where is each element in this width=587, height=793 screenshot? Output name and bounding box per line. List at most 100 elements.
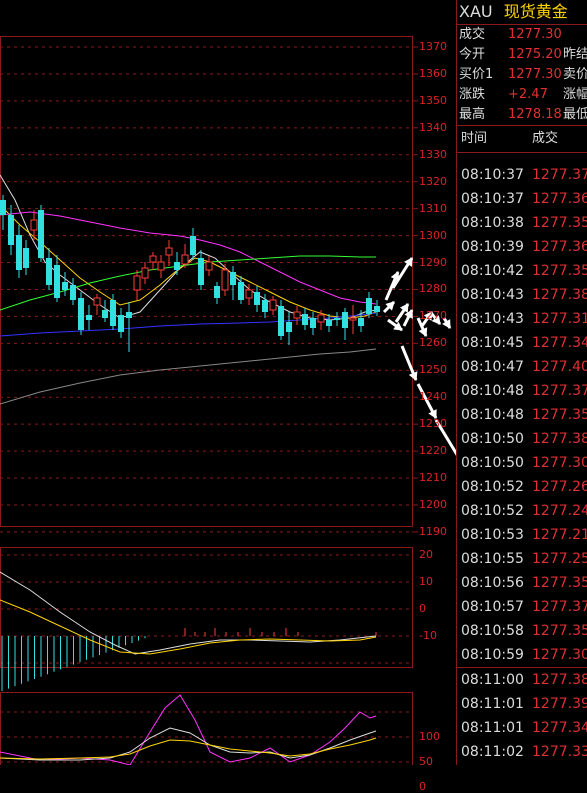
candle[interactable]	[157, 255, 165, 278]
trade-row[interactable]: 08:10:53 1277.21	[457, 523, 587, 547]
kline-chart[interactable]	[0, 0, 456, 765]
candle[interactable]	[149, 252, 157, 270]
candle[interactable]	[349, 305, 357, 334]
trade-time: 08:11:02	[461, 744, 524, 760]
candle[interactable]	[214, 282, 220, 304]
trade-row[interactable]: 08:10:55 1277.25	[457, 547, 587, 571]
price-axis-tick: 1310	[419, 201, 447, 215]
price-axis-tick: 1250	[419, 363, 447, 377]
trade-row[interactable]: 08:10:57 1277.37	[457, 595, 587, 619]
trade-price: 1277.36	[532, 239, 587, 255]
trade-price: 1277.40	[532, 359, 587, 375]
annotation-arrow	[387, 318, 403, 332]
candle[interactable]	[54, 255, 60, 302]
candle[interactable]	[278, 300, 284, 340]
candle[interactable]	[62, 272, 68, 296]
trade-row[interactable]: 08:10:50 1277.38	[457, 427, 587, 451]
candle[interactable]	[293, 306, 301, 325]
trade-row[interactable]: 08:10:58 1277.35	[457, 619, 587, 643]
trade-row[interactable]: 08:10:42 1277.35	[457, 259, 587, 283]
candle[interactable]	[190, 228, 196, 260]
trade-row[interactable]: 08:10:50 1277.30	[457, 451, 587, 475]
candle[interactable]	[133, 270, 141, 300]
trade-row[interactable]: 08:10:48 1277.37	[457, 379, 587, 403]
candle[interactable]	[102, 300, 108, 322]
candle[interactable]	[165, 240, 173, 266]
candle[interactable]	[310, 312, 316, 335]
candle[interactable]	[93, 294, 101, 315]
trade-price: 1277.36	[532, 191, 587, 207]
trade-price: 1277.35	[532, 623, 587, 639]
trade-row[interactable]: 08:10:45 1277.34	[457, 331, 587, 355]
trade-time: 08:10:43	[461, 311, 524, 327]
candle[interactable]	[342, 308, 348, 340]
trade-price: 1277.24	[532, 503, 587, 519]
candle[interactable]	[302, 308, 308, 330]
candle[interactable]	[358, 310, 364, 332]
trade-row[interactable]: 08:10:59 1277.30	[457, 643, 587, 667]
trade-price: 1277.35	[532, 407, 587, 423]
candle[interactable]	[141, 262, 149, 284]
trade-row[interactable]: 08:10:39 1277.36	[457, 235, 587, 259]
candle[interactable]	[181, 244, 189, 268]
trade-row[interactable]: 08:11:01 1277.34	[457, 716, 587, 740]
trade-time: 08:10:56	[461, 575, 524, 591]
trade-row[interactable]: 08:11:01 1277.39	[457, 692, 587, 716]
quote-row: 最高 1278.18 最低	[457, 105, 587, 125]
candle[interactable]	[230, 266, 236, 300]
kline-chart-area[interactable]: 1370 1360 1350 1340 1330 1320 1310 1300 1290 1280…	[0, 0, 456, 793]
trade-row[interactable]: 08:10:43 1277.31	[457, 307, 587, 331]
trade-price: 1277.38	[532, 287, 587, 303]
candle[interactable]	[23, 240, 29, 275]
quote-label-secondary: 最低	[563, 107, 587, 122]
trade-price: 1277.26	[532, 479, 587, 495]
ma120-line	[0, 348, 377, 405]
macd-dif-line	[0, 571, 377, 655]
quote-value: 1275.20	[508, 47, 562, 62]
quote-value: 1278.18	[508, 107, 562, 122]
candle[interactable]	[38, 205, 44, 262]
trade-row[interactable]: 08:10:48 1277.35	[457, 403, 587, 427]
candle[interactable]	[126, 302, 132, 352]
trade-time: 08:11:01	[461, 720, 524, 736]
candle[interactable]	[70, 278, 76, 305]
macd-axis-tick: 20	[419, 548, 433, 561]
quote-row: 成交 1277.30	[457, 25, 587, 45]
trade-row[interactable]: 08:10:37 1277.36	[457, 187, 587, 211]
col-time-header: 时间	[461, 131, 488, 146]
trade-price: 1277.35	[532, 215, 587, 231]
quote-row: 今开 1275.20 昨结	[457, 45, 587, 65]
quote-label: 买价1	[459, 67, 494, 82]
trade-time: 08:10:47	[461, 359, 524, 375]
symbol-name: 现货黄金	[503, 2, 568, 21]
candle[interactable]	[16, 225, 22, 278]
candle[interactable]	[286, 312, 292, 345]
price-axis-tick: 1290	[419, 255, 447, 269]
trade-row[interactable]: 08:10:37 1277.37	[457, 163, 587, 187]
trade-row[interactable]: 08:10:56 1277.35	[457, 571, 587, 595]
candle[interactable]	[8, 205, 14, 255]
price-axis-tick: 1190	[419, 524, 447, 538]
macd-axis-tick: 10	[419, 575, 433, 588]
candle[interactable]	[46, 248, 52, 290]
trade-time: 08:10:42	[461, 263, 524, 279]
kdj-axis-tick: 100	[419, 730, 440, 743]
trade-row[interactable]: 08:10:52 1277.24	[457, 499, 587, 523]
trade-price: 1277.21	[532, 527, 587, 543]
trade-row[interactable]: 08:10:52 1277.26	[457, 475, 587, 499]
trade-row[interactable]: 08:10:43 1277.38	[457, 283, 587, 307]
macd-dea-line	[0, 599, 377, 655]
trade-row[interactable]: 08:10:47 1277.40	[457, 355, 587, 379]
price-axis-tick: 1330	[419, 147, 447, 161]
candle[interactable]	[118, 308, 124, 338]
candle[interactable]	[198, 250, 204, 290]
candle[interactable]	[205, 256, 213, 276]
candle[interactable]	[334, 312, 340, 326]
trade-row[interactable]: 08:11:02 1277.33	[457, 740, 587, 764]
trade-row[interactable]: 08:11:00 1277.38	[457, 667, 587, 692]
candle[interactable]	[78, 292, 84, 335]
trade-row[interactable]: 08:10:38 1277.35	[457, 211, 587, 235]
candle[interactable]	[86, 305, 92, 330]
candle[interactable]	[269, 296, 277, 315]
trade-list[interactable]: 08:10:37 1277.37 08:10:37 1277.36 08:10:38 12…	[457, 153, 587, 765]
